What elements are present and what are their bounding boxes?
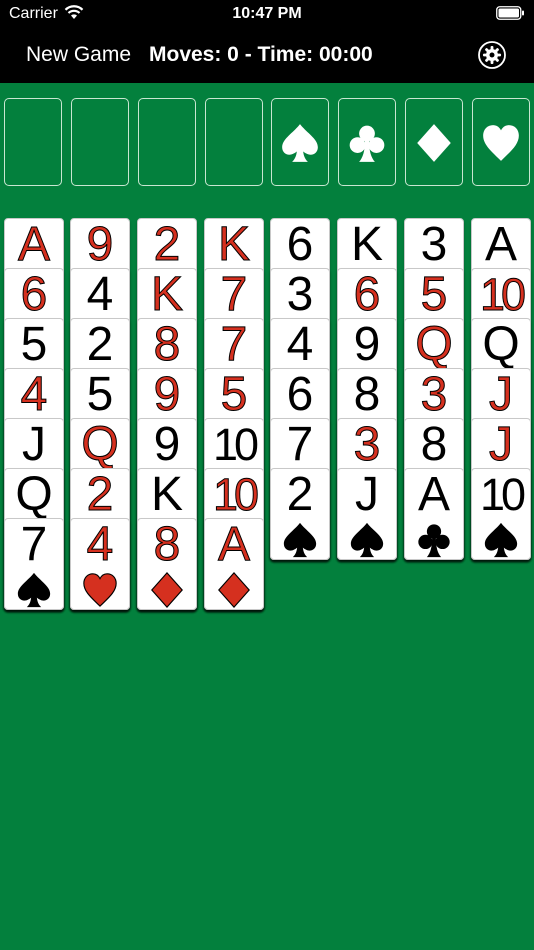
card-rank: 3 xyxy=(420,368,448,421)
card-rank: J xyxy=(355,468,379,521)
top-bar: Carrier 10:47 PM New Game Moves: 0 - Tim… xyxy=(0,0,534,83)
card-rank: J xyxy=(489,418,514,471)
card-rank: A xyxy=(484,218,517,271)
card-rank: Q xyxy=(81,418,119,471)
foundation-spades[interactable] xyxy=(271,98,329,186)
card-rank: A xyxy=(217,518,250,571)
card-rank: 6 xyxy=(286,368,314,421)
new-game-button[interactable]: New Game xyxy=(26,43,131,67)
card-j-of-spades[interactable]: J xyxy=(337,468,397,560)
free-cell-3[interactable] xyxy=(138,98,196,186)
card-a-of-diamonds[interactable]: A xyxy=(204,518,264,610)
card-rank: 7 xyxy=(286,418,314,471)
diamond-icon xyxy=(215,571,253,614)
spade-icon xyxy=(281,521,319,564)
card-rank: 8 xyxy=(153,318,181,371)
card-rank: K xyxy=(217,218,250,271)
card-rank: Q xyxy=(415,318,453,371)
card-rank: 3 xyxy=(353,418,381,471)
card-rank: 6 xyxy=(286,218,314,271)
card-rank: K xyxy=(350,218,383,271)
free-cell-4[interactable] xyxy=(205,98,263,186)
card-rank: 10 xyxy=(212,469,259,520)
card-10-of-spades[interactable]: 10 xyxy=(471,468,531,560)
card-rank: A xyxy=(17,218,50,271)
battery-icon xyxy=(496,6,524,20)
foundation-hearts[interactable] xyxy=(472,98,530,186)
card-rank: 10 xyxy=(479,269,526,320)
card-rank: A xyxy=(417,468,450,521)
diamond-icon xyxy=(148,571,186,614)
card-rank: 2 xyxy=(153,218,181,271)
foundation-diamonds[interactable] xyxy=(405,98,463,186)
card-rank: 7 xyxy=(220,318,248,371)
card-rank: 3 xyxy=(286,268,314,321)
spade-icon xyxy=(348,521,386,564)
card-rank: 3 xyxy=(420,218,448,271)
card-rank: 10 xyxy=(479,469,526,520)
card-8-of-diamonds[interactable]: 8 xyxy=(137,518,197,610)
card-rank: 9 xyxy=(153,368,181,421)
free-cell-2[interactable] xyxy=(71,98,129,186)
card-rank: 7 xyxy=(220,268,248,321)
card-rank: J xyxy=(489,368,514,421)
card-rank: 4 xyxy=(286,318,314,371)
card-rank: Q xyxy=(482,318,520,371)
card-7-of-spades[interactable]: 7 xyxy=(4,518,64,610)
foundation-clubs[interactable] xyxy=(338,98,396,186)
moves-time-label: Moves: 0 - Time: 00:00 xyxy=(149,43,373,66)
card-rank: 8 xyxy=(420,418,448,471)
card-rank: 4 xyxy=(20,368,48,421)
card-rank: 10 xyxy=(212,419,259,470)
card-rank: 2 xyxy=(86,318,114,371)
card-a-of-clubs[interactable]: A xyxy=(404,468,464,560)
card-rank: 8 xyxy=(353,368,381,421)
card-rank: 5 xyxy=(220,368,248,421)
status-time: 10:47 PM xyxy=(232,5,302,22)
card-4-of-hearts[interactable]: 4 xyxy=(70,518,130,610)
card-rank: 9 xyxy=(86,218,114,271)
card-rank: 5 xyxy=(20,318,48,371)
heart-icon xyxy=(81,571,119,614)
gear-icon[interactable] xyxy=(477,40,507,70)
spade-icon xyxy=(15,571,53,614)
card-rank: Q xyxy=(15,468,53,521)
card-rank: 4 xyxy=(86,268,114,321)
card-rank: K xyxy=(150,268,183,321)
card-rank: 7 xyxy=(20,518,48,571)
card-rank: 8 xyxy=(153,518,181,571)
card-rank: J xyxy=(22,418,46,471)
card-rank: 9 xyxy=(153,418,181,471)
card-rank: 6 xyxy=(353,268,381,321)
card-rank: K xyxy=(150,468,183,521)
card-2-of-spades[interactable]: 2 xyxy=(270,468,330,560)
free-cell-1[interactable] xyxy=(4,98,62,186)
spade-icon xyxy=(482,521,520,564)
club-icon xyxy=(415,521,453,564)
card-rank: 6 xyxy=(20,268,48,321)
card-rank: 2 xyxy=(286,468,314,521)
card-rank: 2 xyxy=(86,468,114,521)
card-rank: 9 xyxy=(353,318,381,371)
card-rank: 5 xyxy=(420,268,448,321)
card-rank: 5 xyxy=(86,368,114,421)
card-rank: 4 xyxy=(86,518,114,571)
